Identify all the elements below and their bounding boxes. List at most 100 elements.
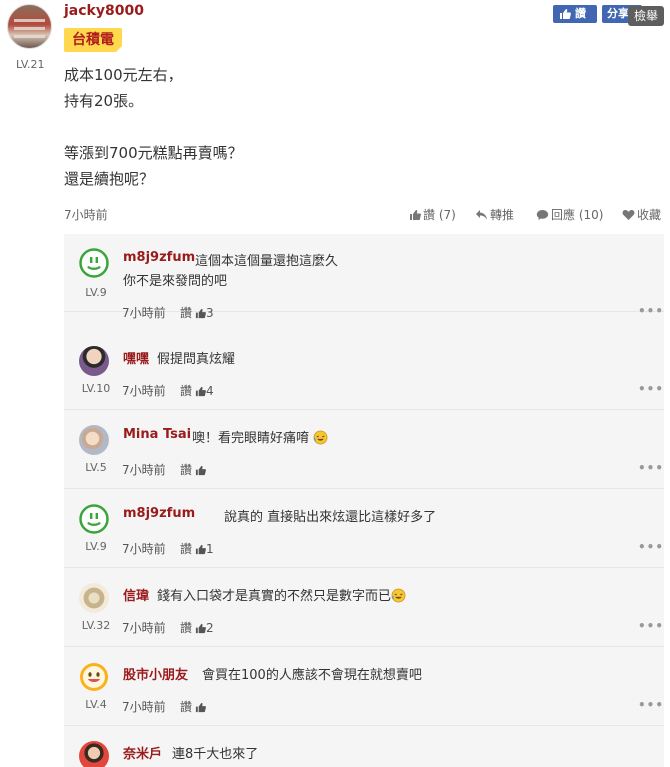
post-timestamp: 7小時前 [64,208,108,222]
commenter-avatar[interactable] [79,583,109,613]
comment-like-count: 1 [206,542,214,556]
post-forward-label: 轉推 [490,208,515,222]
thumbs-up-icon [195,544,206,555]
speech-bubble-icon [536,210,549,220]
comment-like-button[interactable]: 讚4 [180,382,214,399]
comment-like-label: 讚 [180,306,193,320]
comment-item: LV.5 Mina Tsai 噢！看完眼睛好痛唷 7小時前 讚 ••• [64,411,664,489]
smile-icon [79,504,109,534]
like-button-label: 讚 [575,7,586,20]
comment-text: 連8千大也來了 [172,747,259,762]
comment-like-count: 4 [206,384,214,398]
comment-timestamp: 7小時前 [122,700,166,714]
thumbs-up-icon [195,308,206,319]
more-options-icon[interactable]: ••• [638,698,664,712]
comment-like-button[interactable]: 讚 [180,461,206,478]
report-button[interactable]: 檢舉 [628,6,664,26]
commenter-name[interactable]: 奈米戶 [123,743,162,762]
comment-like-label: 讚 [180,463,193,477]
comment-like-button[interactable]: 讚3 [180,304,214,321]
facebook-like-button[interactable]: 讚 [553,5,597,23]
more-options-icon[interactable]: ••• [638,540,664,554]
post-like-label: 讚 (7) [423,208,456,222]
post-meta-bar: 7小時前 讚 (7) 轉推 回應 (10) 收藏 [64,203,664,225]
post-line: 等漲到700元糕點再賣嗎？ [64,144,243,162]
yellow-smile-icon [80,663,108,691]
post-line: 持有20張。 [64,92,144,110]
more-options-icon[interactable]: ••• [638,304,664,318]
comment-text: 這個本這個量還抱這麼久 [195,254,339,269]
post-reply-label: 回應 (10) [551,208,604,222]
thumbs-up-icon [560,9,571,19]
commenter-avatar[interactable] [79,346,109,376]
more-options-icon[interactable]: ••• [638,382,664,396]
author-avatar[interactable] [7,4,52,49]
commenter-level: LV.4 [85,698,107,711]
comment-timestamp: 7小時前 [122,621,166,635]
thumbs-up-icon [195,623,206,634]
comment-item: LV.32 信瑋 錢有入口袋才是真實的不然只是數字而已 7小時前 讚2 ••• [64,569,664,647]
comment-item: LV.9 m8j9zfum 說真的 直接貼出來炫還比這樣好多了 7小時前 讚1 … [64,490,664,568]
post-line: 成本100元左右， [64,66,183,84]
comment-like-button[interactable]: 讚2 [180,619,214,636]
share-button-label: 分享 [607,7,629,20]
comment-text-line2: 你不是來發問的吧 [123,274,228,289]
comment-text: 假提問真炫耀 [157,352,236,367]
post-like-action[interactable]: 讚 (7) [409,206,456,223]
thumbs-up-icon [195,702,206,713]
commenter-avatar[interactable] [79,741,109,767]
comment-like-label: 讚 [180,384,193,398]
comment-item: LV.4 股市小朋友 會買在100的人應該不會現在就想賣吧 7小時前 讚 ••• [64,648,664,726]
comment-item: LV.9 m8j9zfum 這個本這個量還抱這麼久 你不是來發問的吧 7小時前 … [64,234,664,320]
commenter-avatar[interactable] [79,248,109,278]
comment-like-count: 3 [206,306,214,320]
commenter-name[interactable]: m8j9zfum [123,506,195,521]
more-options-icon[interactable]: ••• [638,461,664,475]
comment-like-count: 2 [206,621,214,635]
comment-list: LV.9 m8j9zfum 這個本這個量還抱這麼久 你不是來發問的吧 7小時前 … [64,234,664,767]
commenter-name[interactable]: Mina Tsai [123,427,191,442]
comment-text: 錢有入口袋才是真實的不然只是數字而已 [157,585,406,604]
comment-text-content: 錢有入口袋才是真實的不然只是數字而已 [157,589,392,604]
comment-item: 奈米戶 連8千大也來了 [64,727,664,767]
commenter-level: LV.5 [85,461,107,474]
more-options-icon[interactable]: ••• [638,619,664,633]
commenter-level: LV.10 [81,382,111,395]
commenter-level: LV.32 [81,619,111,632]
commenter-avatar[interactable] [79,662,109,692]
thumbs-up-icon [195,465,206,476]
post-forward-action[interactable]: 轉推 [475,206,514,223]
commenter-name[interactable]: 信瑋 [123,585,149,604]
comment-timestamp: 7小時前 [122,463,166,477]
heart-icon [622,209,635,220]
comment-text: 會買在100的人應該不會現在就想賣吧 [202,668,422,683]
comment-like-button[interactable]: 讚1 [180,540,214,557]
post-content: 成本100元左右， 持有20張。 等漲到700元糕點再賣嗎？ 還是續抱呢？ [64,62,544,192]
post-line: 還是續抱呢？ [64,170,155,188]
author-name[interactable]: jacky8000 [64,3,144,19]
post-bookmark-action[interactable]: 收藏 [622,206,661,223]
stock-tag[interactable]: 台積電 [64,28,123,53]
crying-laughing-emoji-icon [313,430,328,445]
comment-text: 說真的 直接貼出來炫還比這樣好多了 [224,510,437,525]
comment-like-label: 讚 [180,700,193,714]
comment-timestamp: 7小時前 [122,542,166,556]
commenter-name[interactable]: 嘿嘿 [123,348,149,367]
comment-text: 噢！看完眼睛好痛唷 [192,427,328,446]
thumbs-up-icon [195,386,206,397]
thumbs-up-icon [410,210,421,220]
post-reply-action[interactable]: 回應 (10) [536,206,603,223]
comment-timestamp: 7小時前 [122,306,166,320]
comment-item: LV.10 嘿嘿 假提問真炫耀 7小時前 讚4 ••• [64,332,664,410]
commenter-avatar[interactable] [79,504,109,534]
commenter-level: LV.9 [85,286,107,299]
commenter-name[interactable]: 股市小朋友 [123,664,188,683]
comment-like-label: 讚 [180,542,193,556]
commenter-name[interactable]: m8j9zfum [123,250,195,265]
commenter-avatar[interactable] [79,425,109,455]
comment-like-label: 讚 [180,621,193,635]
comment-timestamp: 7小時前 [122,384,166,398]
post-bookmark-label: 收藏 [637,208,662,222]
comment-like-button[interactable]: 讚 [180,698,206,715]
post-line-gap [64,114,544,140]
